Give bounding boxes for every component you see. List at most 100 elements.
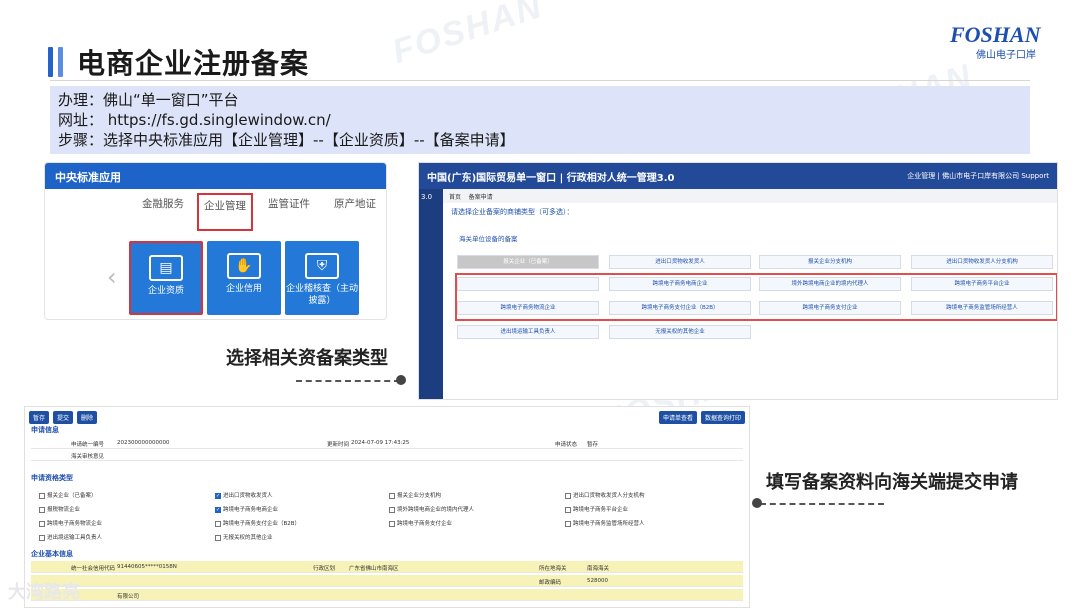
print-query-button[interactable]: 数据查询打印	[700, 411, 745, 424]
shield-icon: ⛨	[305, 253, 339, 279]
type-checkbox[interactable]: 无报关权的其他企业	[215, 533, 273, 541]
type-checkbox[interactable]: ✓ 跨境电子商务电商企业	[215, 505, 278, 513]
type-checkbox[interactable]: 进出境运输工具负责人	[39, 533, 102, 541]
connector-dot	[752, 498, 762, 508]
type-button[interactable]: 进出口货物收发货人	[609, 255, 751, 269]
form-toolbar-right: 申请单查看 数据查询打印	[658, 411, 745, 424]
type-checkbox[interactable]: 进出口货物收发货人分支机构	[565, 491, 645, 499]
field-label: 统一社会信用代码	[71, 566, 116, 572]
type-checkbox[interactable]: ✓ 进出口货物收发货人	[215, 491, 273, 499]
type-button[interactable]: 无报关权的其他企业	[609, 325, 751, 339]
type-checkbox[interactable]: 报关企业（已备案）	[39, 491, 97, 499]
section-apply-info: 申请信息	[31, 426, 59, 434]
panel-header: 中央标准应用	[45, 163, 386, 189]
card-enterprise-qualification[interactable]: ▤ 企业资质	[129, 241, 203, 315]
form-row: 申请统一编号 202300000000000 更新时间 2024-07-09 1…	[31, 437, 743, 449]
type-checkbox[interactable]: 跨境电子商务监管场所经营人	[565, 519, 645, 527]
type-checkbox[interactable]: 报税物流企业	[39, 505, 80, 513]
category-tabs: 金融服务 企业管理 监管证件 原产地证	[45, 189, 386, 237]
apply-no-field[interactable]: 202300000000000	[117, 440, 170, 446]
type-button[interactable]: 报关企业分支机构	[759, 255, 901, 269]
region-field[interactable]: 广东省佛山市南海区	[349, 564, 399, 572]
card-label: 企业稽核查（主动披露）	[285, 284, 358, 306]
tab-supervision[interactable]: 监管证件	[261, 193, 317, 231]
logo-text: FOSHAN	[950, 22, 1041, 47]
connector-dot	[396, 375, 406, 385]
type-checkbox[interactable]: 跨境电子商务物流企业	[39, 519, 102, 527]
type-button[interactable]: 进出口货物收发货人分支机构	[911, 255, 1053, 269]
caption-select-type: 选择相关资备案类型	[226, 348, 388, 369]
chevron-left-icon[interactable]: ‹	[107, 263, 117, 291]
info-url: 网址： https://fs.gd.singlewindow.cn/	[58, 111, 331, 129]
document-icon: ▤	[149, 255, 183, 281]
form-row: 海关审核意见	[31, 449, 743, 461]
app-topbar: 中国(广东)国际贸易单一窗口 | 行政相对人统一管理3.0 企业管理 | 佛山市…	[419, 163, 1057, 189]
side-nav[interactable]: 3.0	[419, 189, 443, 399]
info-box: 办理：佛山“单一窗口”平台 网址： https://fs.gd.singlewi…	[50, 86, 1030, 154]
info-steps: 步骤：选择中央标准应用【企业管理】--【企业资质】--【备案申请】	[58, 131, 515, 149]
postcode-field[interactable]: 528000	[587, 578, 608, 584]
card-enterprise-credit[interactable]: ✋ 企业信用	[207, 241, 281, 315]
field-label: 更新时间	[327, 442, 350, 448]
form-row: 邮政编码 528000	[31, 575, 743, 587]
type-button[interactable]: 进出境运输工具负责人	[457, 325, 599, 339]
tab-home[interactable]: 首页	[449, 194, 461, 201]
save-draft-button[interactable]: 暂存	[29, 411, 50, 424]
form-row: 有限公司	[31, 589, 743, 601]
view-application-button[interactable]: 申请单查看	[658, 411, 697, 424]
watermark: FOSHAN	[387, 0, 548, 72]
corner-watermark: 大湾路亮	[8, 582, 80, 603]
form-toolbar: 暂存 提交 删除	[29, 411, 98, 424]
accent-bar	[48, 47, 53, 77]
application-form: 暂存 提交 删除 申请单查看 数据查询打印 申请信息 申请统一编号 202300…	[24, 406, 750, 608]
type-checkbox[interactable]: 境外跨境电商企业的境内代理人	[389, 505, 474, 513]
field-label: 所在地海关	[539, 566, 567, 572]
credit-code-field[interactable]: 91440605*****0158N	[117, 564, 177, 570]
form-row: 统一社会信用代码 91440605*****0158N 行政区划 广东省佛山市南…	[31, 561, 743, 573]
tab-bar: 首页 备案申请	[443, 189, 1057, 203]
type-checkbox[interactable]: 报关企业分支机构	[389, 491, 441, 499]
field-label: 邮政编码	[539, 580, 562, 586]
card-label: 企业信用	[225, 284, 262, 294]
update-time-field: 2024-07-09 17:43:25	[351, 440, 410, 446]
field-label: 申请状态	[555, 442, 578, 448]
app-title: 中国(广东)国际贸易单一窗口 | 行政相对人统一管理3.0	[427, 173, 675, 184]
slide-header: 电商企业注册备案	[48, 42, 309, 82]
type-question: 请选择企业备案的商铺类型（可多选）：	[451, 208, 574, 216]
foshan-logo: FOSHAN 佛山电子口岸	[950, 22, 1050, 62]
customs-field[interactable]: 南海海关	[587, 564, 609, 572]
accent-bar	[58, 47, 63, 77]
connector-line	[296, 380, 400, 382]
tab-enterprise-mgmt[interactable]: 企业管理	[197, 193, 253, 231]
page-title: 电商企业注册备案	[77, 47, 310, 80]
handshake-icon: ✋	[227, 253, 261, 279]
user-info[interactable]: 企业管理 | 佛山市电子口岸有限公司 Support	[907, 171, 1049, 181]
status-field: 暂存	[587, 442, 599, 448]
info-platform: 办理：佛山“单一窗口”平台	[58, 91, 239, 109]
section-basic-info: 企业基本信息	[31, 550, 73, 558]
card-enterprise-audit[interactable]: ⛨ 企业稽核查（主动披露）	[285, 241, 359, 315]
logo-subtext: 佛山电子口岸	[976, 50, 1036, 61]
card-label: 企业资质	[147, 286, 184, 296]
tab-finance[interactable]: 金融服务	[135, 193, 191, 231]
field-label: 海关审核意见	[71, 454, 105, 460]
type-checkbox[interactable]: 跨境电子商务平台企业	[565, 505, 628, 513]
divider	[50, 80, 1030, 81]
central-app-panel: 中央标准应用 金融服务 企业管理 监管证件 原产地证 ‹ ▤ 企业资质 ✋ 企业…	[44, 162, 387, 320]
filing-type-panel: 中国(广东)国际贸易单一窗口 | 行政相对人统一管理3.0 企业管理 | 佛山市…	[418, 162, 1058, 400]
field-label: 申请统一编号	[71, 442, 105, 448]
tab-filing-apply[interactable]: 备案申请	[469, 194, 493, 201]
fade-overlay	[443, 359, 1057, 399]
highlight-box	[455, 273, 1057, 321]
field-label: 行政区划	[313, 566, 336, 572]
delete-button[interactable]: 删除	[77, 411, 98, 424]
type-checkbox[interactable]: 跨境电子商务支付企业（B2B）	[215, 519, 300, 527]
caption-submit: 填写备案资料向海关端提交申请	[766, 472, 1018, 493]
type-checkbox[interactable]: 跨境电子商务支付企业	[389, 519, 452, 527]
connector-line	[760, 503, 884, 505]
type-button[interactable]: 报关企业（已备案）	[457, 255, 599, 269]
company-name-field[interactable]: 有限公司	[117, 592, 139, 600]
tab-origin-cert[interactable]: 原产地证	[327, 193, 383, 231]
section-qualification-type: 申请资格类型	[31, 474, 73, 482]
submit-button[interactable]: 提交	[53, 411, 74, 424]
